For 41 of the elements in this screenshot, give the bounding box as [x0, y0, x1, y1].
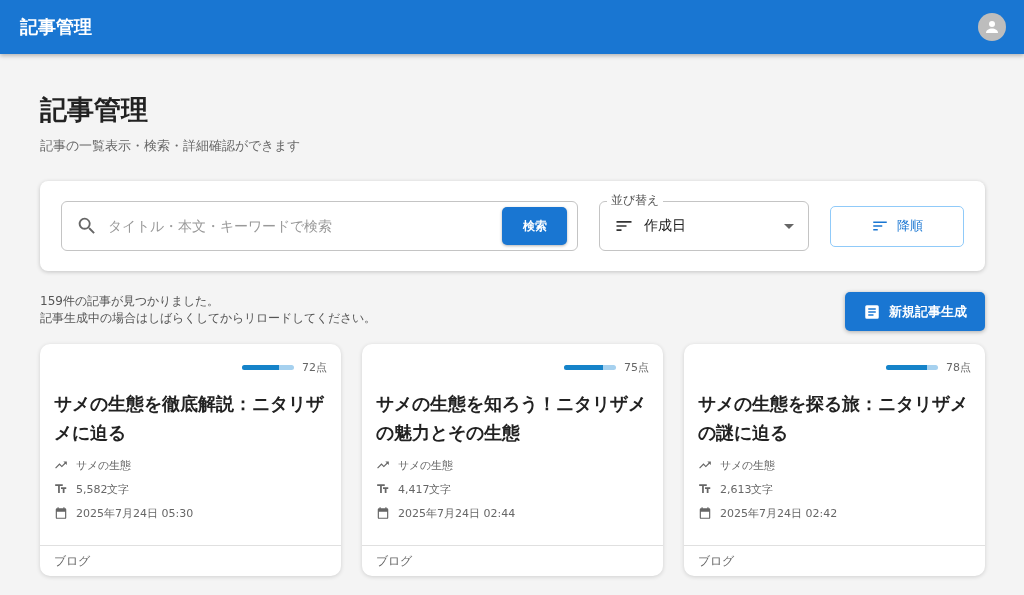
score-bar: [886, 365, 938, 371]
score-text: 75点: [624, 360, 649, 376]
search-button[interactable]: 検索: [502, 207, 567, 246]
article-card[interactable]: 75点 サメの生態を知ろう！ニタリザメの魅力とその生態 サメの生態 4,417文字 2025年7月24日 02:44 ブログ: [362, 344, 663, 577]
article-type: ブログ: [376, 552, 412, 570]
page-title: 記事管理: [40, 93, 149, 127]
score-bar: [564, 365, 616, 371]
score-bar: [242, 365, 294, 371]
char-count: 5,582文字: [76, 481, 130, 497]
char-count: 4,417文字: [398, 481, 452, 497]
sort-label: 並び替え: [607, 192, 663, 209]
article-type: ブログ: [698, 552, 734, 570]
calendar-icon: [54, 506, 68, 521]
app-title: 記事管理: [20, 15, 92, 39]
score-text: 72点: [302, 360, 327, 376]
article-card[interactable]: 78点 サメの生態を探る旅：ニタリザメの謎に迫る サメの生態 2,613文字 2025年7月24日 02:42 ブログ: [684, 344, 985, 577]
reload-note: 記事生成中の場合はしばらくしてからリロードしてください。: [40, 310, 376, 328]
dropdown-caret-icon: [784, 223, 794, 229]
search-field[interactable]: タイトル・本文・キーワードで検索 検索: [61, 201, 578, 252]
article-title: サメの生態を知ろう！ニタリザメの魅力とその生態: [376, 392, 647, 446]
result-count: 159件の記事が見つかりました。: [40, 293, 220, 311]
article-title: サメの生態を探る旅：ニタリザメの謎に迫る: [698, 392, 969, 446]
document-icon: [863, 302, 881, 321]
person-icon: [983, 18, 1001, 36]
keyword-text: サメの生態: [398, 457, 453, 473]
calendar-icon: [376, 506, 390, 521]
page-subtitle: 記事の一覧表示・検索・詳細確認ができます: [40, 137, 301, 156]
keyword-text: サメの生態: [720, 457, 775, 473]
created-date: 2025年7月24日 02:44: [398, 505, 516, 521]
created-date: 2025年7月24日 02:42: [720, 505, 838, 521]
score-text: 78点: [946, 360, 971, 376]
avatar-icon[interactable]: [978, 13, 1006, 41]
article-card[interactable]: 72点 サメの生態を徹底解説：ニタリザメに迫る サメの生態 5,582文字 2025年7月24日 05:30 ブログ: [40, 344, 341, 577]
keyword-text: サメの生態: [76, 457, 131, 473]
calendar-icon: [698, 506, 712, 521]
sort-order-button[interactable]: 降順: [830, 205, 964, 247]
article-type: ブログ: [54, 552, 90, 570]
char-count: 2,613文字: [720, 481, 774, 497]
new-article-button[interactable]: 新規記事生成: [845, 292, 985, 332]
created-date: 2025年7月24日 05:30: [76, 505, 194, 521]
article-title: サメの生態を徹底解説：ニタリザメに迫る: [54, 392, 325, 446]
